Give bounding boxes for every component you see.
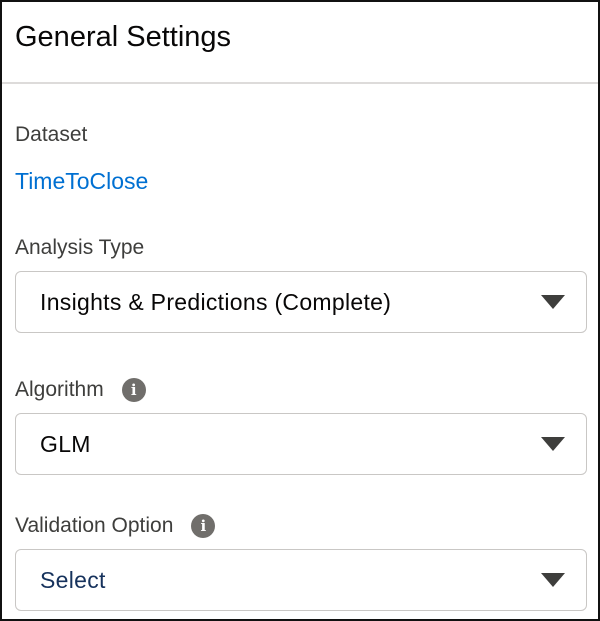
general-settings-panel: General Settings Dataset TimeToClose Ana… [0, 0, 600, 621]
panel-header: General Settings [2, 2, 598, 84]
dataset-label-text: Dataset [15, 123, 88, 146]
analysis-type-label-text: Analysis Type [15, 236, 145, 259]
panel-title: General Settings [15, 21, 232, 53]
algorithm-value: GLM [40, 430, 91, 457]
analysis-type-label: Analysis Type [15, 235, 587, 261]
chevron-down-icon [541, 437, 565, 451]
dataset-link[interactable]: TimeToClose [15, 167, 148, 195]
chevron-down-icon [541, 573, 565, 587]
analysis-type-value: Insights & Predictions (Complete) [40, 288, 392, 315]
validation-option-value: Select [40, 566, 106, 593]
chevron-down-icon [541, 295, 565, 309]
algorithm-label: Algorithm i [15, 377, 587, 403]
analysis-type-select[interactable]: Insights & Predictions (Complete) [15, 271, 587, 333]
algorithm-select[interactable]: GLM [15, 413, 587, 475]
panel-body: Dataset TimeToClose Analysis Type Insigh… [2, 122, 598, 611]
info-icon[interactable]: i [191, 514, 216, 538]
validation-option-select[interactable]: Select [15, 549, 587, 611]
validation-option-label: Validation Option i [15, 513, 587, 539]
dataset-label: Dataset [15, 122, 587, 148]
algorithm-label-text: Algorithm [15, 378, 104, 401]
info-icon[interactable]: i [121, 378, 146, 402]
validation-option-label-text: Validation Option [15, 514, 174, 537]
